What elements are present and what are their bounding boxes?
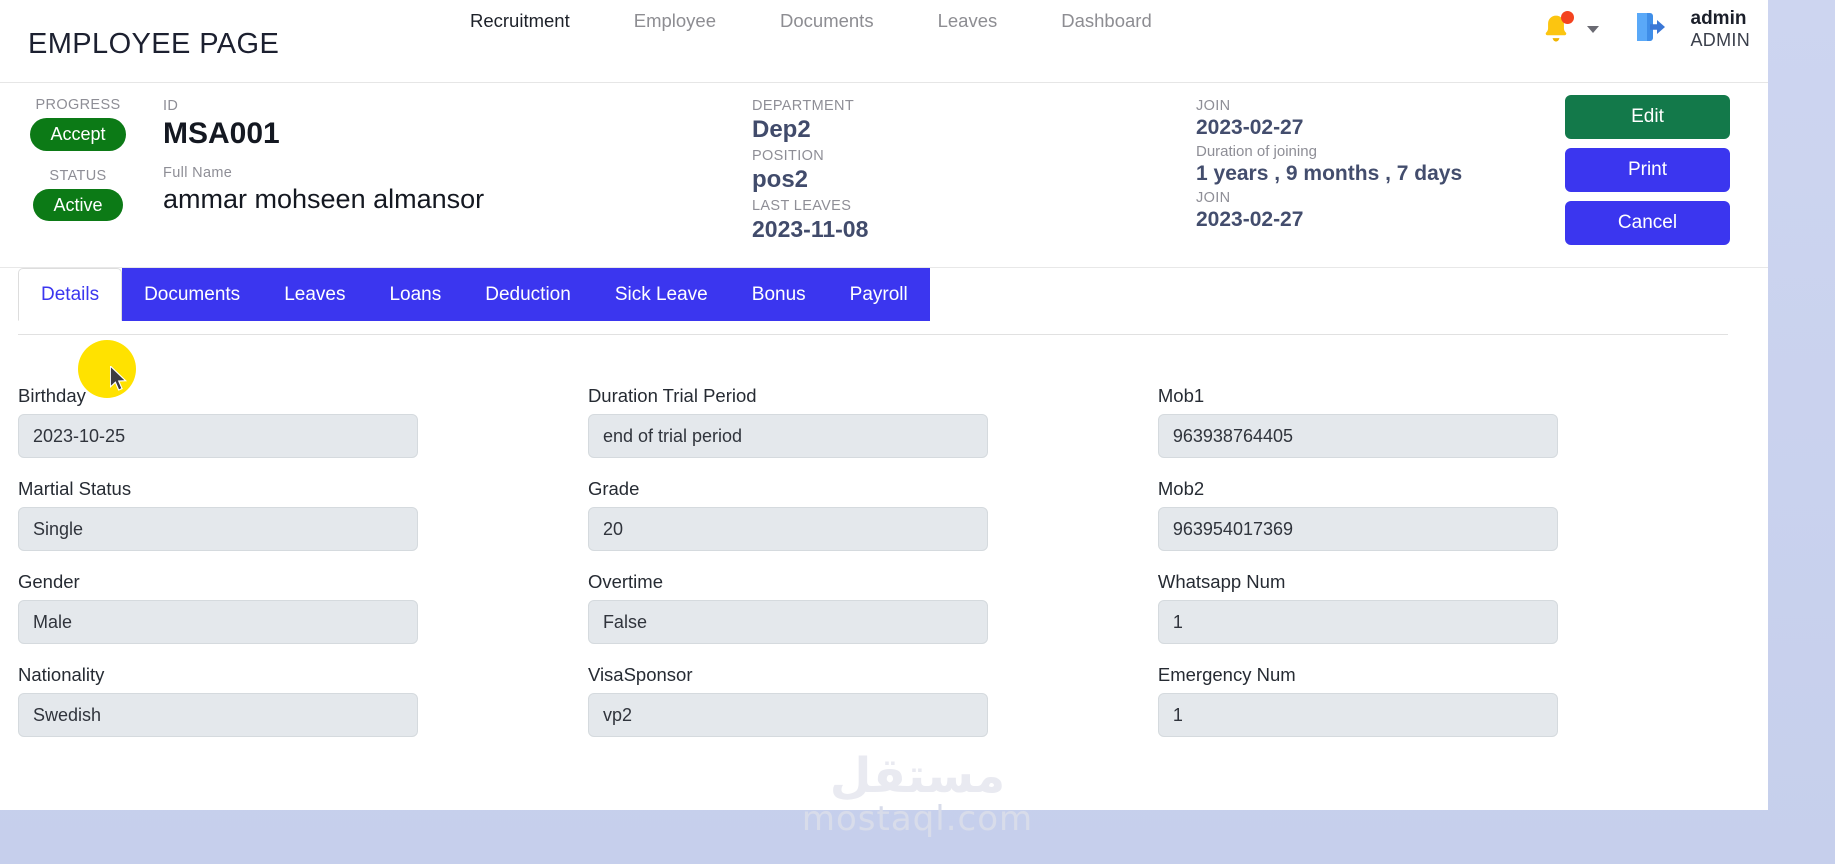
field-mob1-label: Mob1 xyxy=(1157,385,1205,406)
tab-bonus[interactable]: Bonus xyxy=(729,268,828,321)
last-leaves-value: 2023-11-08 xyxy=(752,216,869,242)
field-birthday-value[interactable]: 2023-10-25 xyxy=(18,414,418,458)
details-form: Birthday 2023-10-25 Martial Status Singl… xyxy=(18,385,1728,757)
status-column: PROGRESS Accept STATUS Active xyxy=(18,97,138,222)
field-mob2-value[interactable]: 963954017369 xyxy=(1157,507,1558,551)
field-gender-label: Gender xyxy=(18,571,80,592)
field-emergency-num-value[interactable]: 1 xyxy=(1157,693,1558,737)
field-whatsapp-num: Whatsapp Num 1 xyxy=(1157,571,1558,644)
field-visasponsor: VisaSponsor vp2 xyxy=(587,664,988,737)
join-column: JOIN 2023-02-27 Duration of joining 1 ye… xyxy=(1196,97,1462,235)
tab-divider xyxy=(18,334,1728,335)
tab-details[interactable]: Details xyxy=(18,268,123,321)
field-overtime-value[interactable]: False xyxy=(587,600,988,644)
id-label: ID xyxy=(163,98,179,114)
field-duration-trial-period: Duration Trial Period end of trial perio… xyxy=(587,385,988,458)
tab-sick-leave[interactable]: Sick Leave xyxy=(592,268,730,321)
nav-item-recruitment[interactable]: Recruitment xyxy=(470,10,570,32)
field-whatsapp-num-value[interactable]: 1 xyxy=(1157,600,1558,644)
field-birthday: Birthday 2023-10-25 xyxy=(18,385,418,458)
nav-item-leaves[interactable]: Leaves xyxy=(938,10,998,32)
duration-label: Duration of joining xyxy=(1196,143,1317,160)
main-navigation: Recruitment Employee Documents Leaves Da… xyxy=(470,10,1152,32)
field-mob2: Mob2 963954017369 xyxy=(1157,478,1558,551)
join-value: 2023-02-27 xyxy=(1196,116,1304,139)
action-buttons: Edit Print Cancel xyxy=(1565,95,1730,245)
employee-summary-bar: PROGRESS Accept STATUS Active ID MSA001 … xyxy=(0,83,1768,268)
join2-value: 2023-02-27 xyxy=(1196,208,1304,231)
progress-badge: Accept xyxy=(30,118,126,151)
department-column: DEPARTMENT Dep2 POSITION pos2 LAST LEAVE… xyxy=(752,97,868,246)
cancel-button[interactable]: Cancel xyxy=(1565,201,1730,245)
logout-button[interactable] xyxy=(1631,9,1675,50)
field-mob1-value[interactable]: 963938764405 xyxy=(1157,414,1558,458)
field-grade-value[interactable]: 20 xyxy=(587,507,988,551)
user-zone: admin ADMIN xyxy=(1539,0,1751,58)
field-overtime: Overtime False xyxy=(587,571,988,644)
field-mob1: Mob1 963938764405 xyxy=(1157,385,1558,458)
user-name: admin xyxy=(1690,8,1747,30)
department-value: Dep2 xyxy=(752,116,811,143)
employee-fullname-value: ammar mohseen almansor xyxy=(163,184,485,214)
form-column-2: Duration Trial Period end of trial perio… xyxy=(587,385,1158,757)
notification-bell-button[interactable] xyxy=(1539,11,1574,46)
field-nationality: Nationality Swedish xyxy=(18,664,418,737)
tab-payroll[interactable]: Payroll xyxy=(827,268,930,321)
position-value: pos2 xyxy=(752,166,809,193)
user-info[interactable]: admin ADMIN xyxy=(1691,8,1751,49)
status-badge: Active xyxy=(33,188,123,222)
tab-documents[interactable]: Documents xyxy=(122,268,263,321)
field-martial-status-label: Martial Status xyxy=(18,478,132,499)
nav-item-employee[interactable]: Employee xyxy=(634,10,716,32)
field-emergency-num: Emergency Num 1 xyxy=(1157,664,1558,737)
field-mob2-label: Mob2 xyxy=(1157,478,1205,499)
nav-item-documents[interactable]: Documents xyxy=(780,10,874,32)
join-label: JOIN xyxy=(1196,98,1231,114)
page-card: EMPLOYEE PAGE Recruitment Employee Docum… xyxy=(0,0,1768,810)
fullname-label: Full Name xyxy=(163,165,233,181)
field-gender: Gender Male xyxy=(18,571,418,644)
field-martial-status-value[interactable]: Single xyxy=(18,507,418,551)
tab-bar: Details Documents Leaves Loans Deduction… xyxy=(18,268,930,321)
form-column-1: Birthday 2023-10-25 Martial Status Singl… xyxy=(18,385,588,757)
page-title: EMPLOYEE PAGE xyxy=(28,28,280,60)
join2-label: JOIN xyxy=(1196,190,1231,206)
print-button[interactable]: Print xyxy=(1565,148,1730,192)
field-emergency-num-label: Emergency Num xyxy=(1157,664,1296,685)
last-leaves-label: LAST LEAVES xyxy=(752,198,852,214)
field-birthday-label: Birthday xyxy=(18,385,86,406)
app-root: EMPLOYEE PAGE Recruitment Employee Docum… xyxy=(0,0,1835,864)
status-label: STATUS xyxy=(49,167,107,184)
user-role: ADMIN xyxy=(1690,29,1750,50)
field-visasponsor-label: VisaSponsor xyxy=(587,664,693,685)
field-whatsapp-num-label: Whatsapp Num xyxy=(1157,571,1286,592)
department-label: DEPARTMENT xyxy=(752,98,855,114)
tab-loans[interactable]: Loans xyxy=(367,268,464,321)
mouse-cursor-icon xyxy=(110,366,128,391)
notification-alert-dot xyxy=(1560,11,1574,24)
field-gender-value[interactable]: Male xyxy=(18,600,418,644)
identity-column: ID MSA001 Full Name ammar mohseen almans… xyxy=(163,97,484,215)
field-nationality-value[interactable]: Swedish xyxy=(18,693,418,737)
field-visasponsor-value[interactable]: vp2 xyxy=(587,693,988,737)
employee-id-value: MSA001 xyxy=(163,117,280,150)
nav-item-dashboard[interactable]: Dashboard xyxy=(1061,10,1152,32)
tab-deduction[interactable]: Deduction xyxy=(463,268,593,321)
logout-icon xyxy=(1636,12,1665,41)
field-overtime-label: Overtime xyxy=(587,571,663,592)
chevron-down-icon[interactable] xyxy=(1586,25,1599,33)
top-header: EMPLOYEE PAGE Recruitment Employee Docum… xyxy=(0,0,1768,83)
form-column-3: Mob1 963938764405 Mob2 963954017369 What… xyxy=(1157,385,1728,757)
tab-leaves[interactable]: Leaves xyxy=(262,268,368,321)
field-grade: Grade 20 xyxy=(587,478,988,551)
field-martial-status: Martial Status Single xyxy=(18,478,418,551)
progress-label: PROGRESS xyxy=(35,97,121,113)
edit-button[interactable]: Edit xyxy=(1565,95,1730,139)
duration-value: 1 years , 9 months , 7 days xyxy=(1196,162,1463,185)
field-duration-trial-period-label: Duration Trial Period xyxy=(587,385,757,406)
field-duration-trial-period-value[interactable]: end of trial period xyxy=(587,414,988,458)
field-grade-label: Grade xyxy=(587,478,640,499)
position-label: POSITION xyxy=(752,148,825,164)
field-nationality-label: Nationality xyxy=(18,664,105,685)
